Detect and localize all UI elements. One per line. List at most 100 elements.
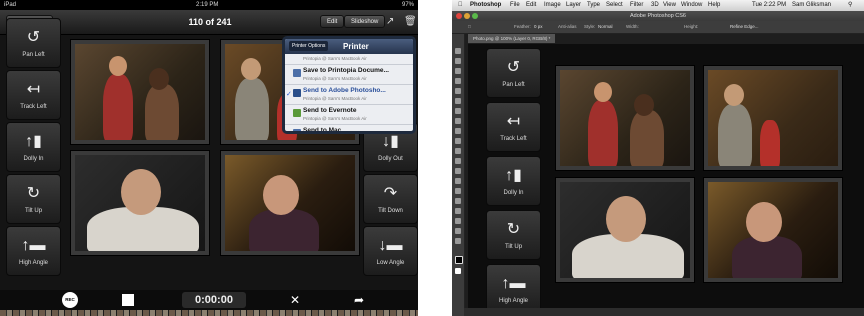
edit-button[interactable]: Edit (320, 15, 345, 28)
printer-item-name: Send to Adobe Photosho... (303, 87, 386, 94)
foreground-color-swatch[interactable] (455, 256, 463, 264)
document-canvas[interactable]: ↺ Pan Left ↤ Track Left ↑▮ Dolly In ↻ Ti… (468, 44, 864, 316)
trash-icon[interactable]: 🗑 (404, 15, 417, 28)
recording-timer: 0:00:00 (182, 292, 246, 308)
history-brush-tool-icon[interactable] (455, 138, 461, 144)
marquee-tool-icon[interactable] (455, 58, 461, 64)
photo-woman-dancing[interactable] (220, 150, 360, 256)
pan-left-button: ↺ Pan Left (486, 48, 541, 98)
pan-left-icon: ↺ (506, 59, 521, 76)
menu-edit[interactable]: Edit (526, 0, 536, 11)
menu-3d[interactable]: 3D (651, 0, 659, 11)
menu-type[interactable]: Type (587, 0, 600, 11)
low-angle-label: Low Angle (376, 260, 405, 266)
background-color-swatch[interactable] (455, 268, 461, 274)
anti-alias-checkbox[interactable]: Anti-alias (558, 21, 577, 33)
tilt-up-button[interactable]: ↻ Tilt Up (6, 174, 61, 224)
menu-photoshop[interactable]: Photoshop (470, 0, 501, 11)
menu-select[interactable]: Select (606, 0, 623, 11)
gradient-tool-icon[interactable] (455, 158, 461, 164)
spotlight-icon[interactable]: ⚲ (848, 0, 852, 11)
refine-edge-button[interactable]: Refine Edge... (730, 21, 759, 33)
mac-screen:  Photoshop File Edit Image Layer Type S… (452, 0, 864, 316)
printer-item-printopia-documents[interactable]: Save to Printopia Docume... Printopia @ … (285, 65, 413, 85)
menu-help[interactable]: Help (708, 0, 720, 11)
quick-select-tool-icon[interactable] (455, 78, 461, 84)
menu-file[interactable]: File (510, 0, 520, 11)
carrier-label: iPad (4, 2, 17, 8)
tools-panel (452, 34, 465, 316)
photo-woman-dancing (703, 177, 843, 283)
photoshop-title-bar: Adobe Photoshop CS6 (452, 11, 864, 21)
tilt-down-button[interactable]: ↷ Tilt Down (363, 174, 418, 224)
marquee-tool-icon[interactable]: □ (468, 21, 471, 33)
printer-item-send-to-mac[interactable]: Send to Mac (285, 125, 413, 134)
lasso-tool-icon[interactable] (455, 68, 461, 74)
photo-dancing-couple[interactable] (70, 39, 210, 145)
high-angle-icon: ↑▬ (21, 237, 46, 254)
dolly-in-button[interactable]: ↑▮ Dolly In (6, 122, 61, 172)
style-label: Style: (584, 24, 596, 29)
shape-tool-icon[interactable] (455, 218, 461, 224)
dolly-in-icon: ↑▮ (505, 167, 522, 184)
close-window-icon[interactable] (456, 13, 462, 19)
share-icon[interactable]: ↗ (386, 15, 394, 28)
photo-dancing-couple (555, 65, 695, 171)
photo-mustache-woman[interactable] (70, 150, 210, 256)
high-angle-button[interactable]: ↑▬ High Angle (6, 226, 61, 276)
close-icon[interactable]: ✕ (290, 292, 300, 308)
zoom-tool-icon[interactable] (455, 238, 461, 244)
slideshow-button[interactable]: Slideshow (344, 15, 386, 28)
pen-tool-icon[interactable] (455, 188, 461, 194)
style-select[interactable]: Normal (598, 21, 613, 33)
evernote-icon (293, 109, 301, 117)
zoom-window-icon[interactable] (472, 13, 478, 19)
menu-view[interactable]: View (663, 0, 676, 11)
printer-item-name: Send to Evernote (303, 107, 357, 114)
dodge-tool-icon[interactable] (455, 178, 461, 184)
blur-tool-icon[interactable] (455, 168, 461, 174)
move-tool-icon[interactable] (455, 48, 461, 54)
track-left-label: Track Left (20, 104, 47, 110)
mac-icon (293, 129, 301, 131)
menu-image[interactable]: Image (544, 0, 561, 11)
eraser-tool-icon[interactable] (455, 148, 461, 154)
printer-options-tab[interactable]: Printer Options (289, 41, 329, 51)
tilt-down-label: Tilt Down (378, 208, 403, 214)
record-button[interactable]: REC (62, 292, 78, 308)
brush-tool-icon[interactable] (455, 118, 461, 124)
pan-left-button[interactable]: ↺ Pan Left (6, 18, 61, 68)
printer-item-adobe-photoshop[interactable]: ✓ Send to Adobe Photosho... Printopia @ … (285, 85, 413, 105)
document-tab[interactable]: Photo.png @ 100% (Layer 0, RGB/8) * (468, 34, 556, 43)
feather-field[interactable]: 0 px (534, 21, 543, 33)
printer-item[interactable]: Printopia @ Sam's MacBook Air (285, 54, 413, 65)
printer-item-name: Send to Mac (303, 127, 342, 134)
minimize-window-icon[interactable] (464, 13, 470, 19)
menu-user[interactable]: Sam Gliksman (792, 0, 831, 11)
crop-tool-icon[interactable] (455, 88, 461, 94)
popover-title: Printer (343, 42, 369, 51)
menu-filter[interactable]: Filter (630, 0, 643, 11)
path-select-tool-icon[interactable] (455, 208, 461, 214)
stamp-tool-icon[interactable] (455, 128, 461, 134)
menu-layer[interactable]: Layer (566, 0, 581, 11)
eyedropper-tool-icon[interactable] (455, 98, 461, 104)
document-status-bar (464, 308, 864, 316)
type-tool-icon[interactable] (455, 198, 461, 204)
track-left-button[interactable]: ↤ Track Left (6, 70, 61, 120)
dolly-out-label: Dolly Out (378, 156, 403, 162)
apple-icon[interactable]:  (458, 0, 463, 11)
share-icon[interactable]: ➦ (354, 292, 364, 308)
high-angle-label: High Angle (18, 260, 49, 266)
tilt-up-label: Tilt Up (24, 208, 43, 214)
track-left-icon: ↤ (26, 81, 41, 98)
photo-counter: 110 of 241 (188, 17, 232, 27)
printer-item-evernote[interactable]: Send to Evernote Printopia @ Sam's MacBo… (285, 105, 413, 125)
track-left-button: ↤ Track Left (486, 102, 541, 152)
filmstrip[interactable] (0, 310, 418, 316)
low-angle-button[interactable]: ↓▬ Low Angle (363, 226, 418, 276)
healing-tool-icon[interactable] (455, 108, 461, 114)
menu-window[interactable]: Window (681, 0, 702, 11)
stop-button[interactable] (122, 294, 134, 306)
hand-tool-icon[interactable] (455, 228, 461, 234)
